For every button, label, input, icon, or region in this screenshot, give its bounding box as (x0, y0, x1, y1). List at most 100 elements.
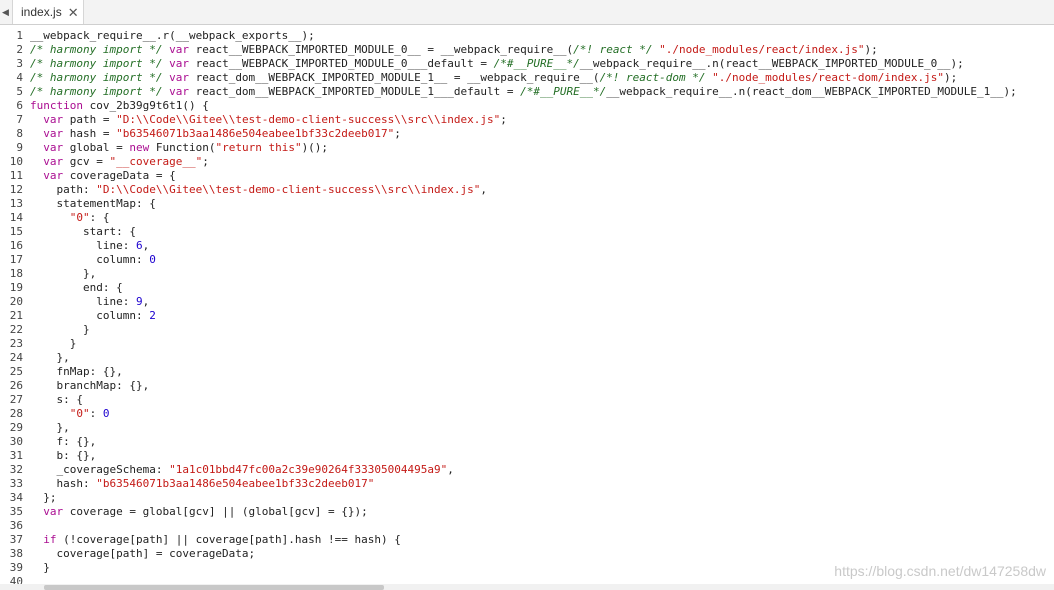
code-text: if (!coverage[path] || coverage[path].ha… (30, 533, 401, 547)
code-token: __webpack_require__.n(react__WEBPACK_IMP… (579, 57, 964, 70)
code-token: end: { (30, 281, 123, 294)
code-line: 25 fnMap: {}, (0, 365, 1054, 379)
code-line: 3 /* harmony import */ var react__WEBPACK… (0, 57, 1054, 71)
code-token: var (169, 43, 196, 56)
code-token: var (43, 169, 70, 182)
line-number: 14 (9, 211, 23, 224)
code-line: 12 path: "D:\\Code\\Gitee\\test-demo-cli… (0, 183, 1054, 197)
code-line: 38 coverage[path] = coverageData; (0, 547, 1054, 561)
code-text: coverage[path] = coverageData; (30, 547, 255, 561)
code-text: s: { (30, 393, 83, 407)
code-token: hash: (30, 477, 97, 490)
code-token: : (89, 407, 103, 420)
code-token: react__WEBPACK_IMPORTED_MODULE_0__ = __w… (195, 43, 574, 56)
code-token: "0" (69, 407, 90, 420)
code-token: ); (943, 71, 958, 84)
code-token: __webpack_require__.n(react_dom__WEBPACK… (606, 85, 1017, 98)
tab-index-js[interactable]: index.js ✕ (12, 0, 84, 24)
code-text: var gcv = "__coverage__"; (30, 155, 209, 169)
code-line: 9 var global = new Function("return this… (0, 141, 1054, 155)
code-text: hash: "b63546071b3aa1486e504eabee1bf33c2… (30, 477, 374, 491)
code-text: var hash = "b63546071b3aa1486e504eabee1b… (30, 127, 401, 141)
scrollbar-thumb[interactable] (44, 585, 384, 590)
code-text: }, (30, 421, 70, 435)
code-token: (!coverage[path] || coverage[path].hash … (63, 533, 401, 546)
code-text: /* harmony import */ var react_dom__WEBP… (30, 71, 957, 85)
code-token: "0" (69, 211, 90, 224)
code-line: 14 "0": { (0, 211, 1054, 225)
line-number: 16 (9, 239, 23, 252)
code-line: 33 hash: "b63546071b3aa1486e504eabee1bf3… (0, 477, 1054, 491)
code-text: __webpack_require__.r(__webpack_exports_… (30, 29, 315, 43)
code-text: "0": { (30, 211, 110, 225)
code-text: }, (30, 351, 69, 365)
code-token: var (43, 505, 70, 518)
code-text: b: {}, (30, 449, 96, 463)
code-token: 0 (149, 253, 156, 266)
code-token: column: (30, 309, 150, 322)
code-line: 32 _coverageSchema: "1a1c01bbd47fc00a2c3… (0, 463, 1054, 477)
code-text: var coverage = global[gcv] || (global[gc… (30, 505, 368, 519)
sidebar-toggle-icon[interactable]: ◀ (0, 0, 11, 24)
code-token: 9 (135, 295, 143, 308)
code-line: 2 /* harmony import */ var react__WEBPACK… (0, 43, 1054, 57)
code-line: 35 var coverage = global[gcv] || (global… (0, 505, 1054, 519)
code-token: "b63546071b3aa1486e504eabee1bf33c2deeb01… (116, 127, 395, 140)
code-token: line: (30, 239, 136, 252)
code-text: line: 9, (30, 295, 149, 309)
code-line: 24 }, (0, 351, 1054, 365)
code-token: hash = (69, 127, 117, 140)
line-number: 27 (9, 393, 23, 406)
line-number: 15 (9, 225, 23, 238)
code-text: _coverageSchema: "1a1c01bbd47fc00a2c39e9… (30, 463, 454, 477)
code-line: 26 branchMap: {}, (0, 379, 1054, 393)
code-line: 31 b: {}, (0, 449, 1054, 463)
code-token: , (447, 463, 454, 476)
line-number: 26 (9, 379, 23, 392)
code-token: line: (30, 295, 136, 308)
line-number: 6 (16, 99, 23, 112)
code-token: }; (30, 491, 57, 504)
code-token: "return this" (215, 141, 302, 154)
close-icon[interactable]: ✕ (68, 6, 79, 19)
line-number: 24 (9, 351, 23, 364)
code-token: new (129, 141, 156, 154)
horizontal-scrollbar[interactable] (0, 584, 1054, 590)
code-token: "1a1c01bbd47fc00a2c39e90264f33305004495a… (169, 463, 448, 476)
code-token: /* harmony import */ (30, 43, 170, 56)
line-number: 28 (9, 407, 23, 420)
code-text: f: {}, (30, 435, 96, 449)
tab-label: index.js (21, 5, 62, 19)
code-line: 7 var path = "D:\\Code\\Gitee\\test-demo… (0, 113, 1054, 127)
line-number: 10 (9, 155, 23, 168)
code-token: } (30, 337, 77, 350)
line-number: 7 (16, 113, 23, 126)
code-text: column: 2 (30, 309, 156, 323)
line-number: 20 (9, 295, 23, 308)
code-text: var coverageData = { (30, 169, 175, 183)
code-token: }, (30, 421, 70, 434)
line-number: 13 (9, 197, 23, 210)
code-editor[interactable]: 1 __webpack_require__.r(__webpack_exports… (0, 29, 1054, 584)
code-token: /*! react */ (573, 43, 660, 56)
line-number: 23 (9, 337, 23, 350)
code-token: if (43, 533, 64, 546)
line-number: 1 (16, 29, 23, 42)
code-line: 34 }; (0, 491, 1054, 505)
code-token: path: (30, 183, 97, 196)
code-text: end: { (30, 281, 123, 295)
code-token: var (43, 113, 70, 126)
line-number: 40 (9, 575, 23, 584)
code-line: 18 }, (0, 267, 1054, 281)
line-number: 17 (9, 253, 23, 266)
code-text: var global = new Function("return this")… (30, 141, 328, 155)
code-text: "0": 0 (30, 407, 110, 421)
code-token: "D:\\Code\\Gitee\\test-demo-client-succe… (116, 113, 501, 126)
code-token: var (43, 141, 70, 154)
